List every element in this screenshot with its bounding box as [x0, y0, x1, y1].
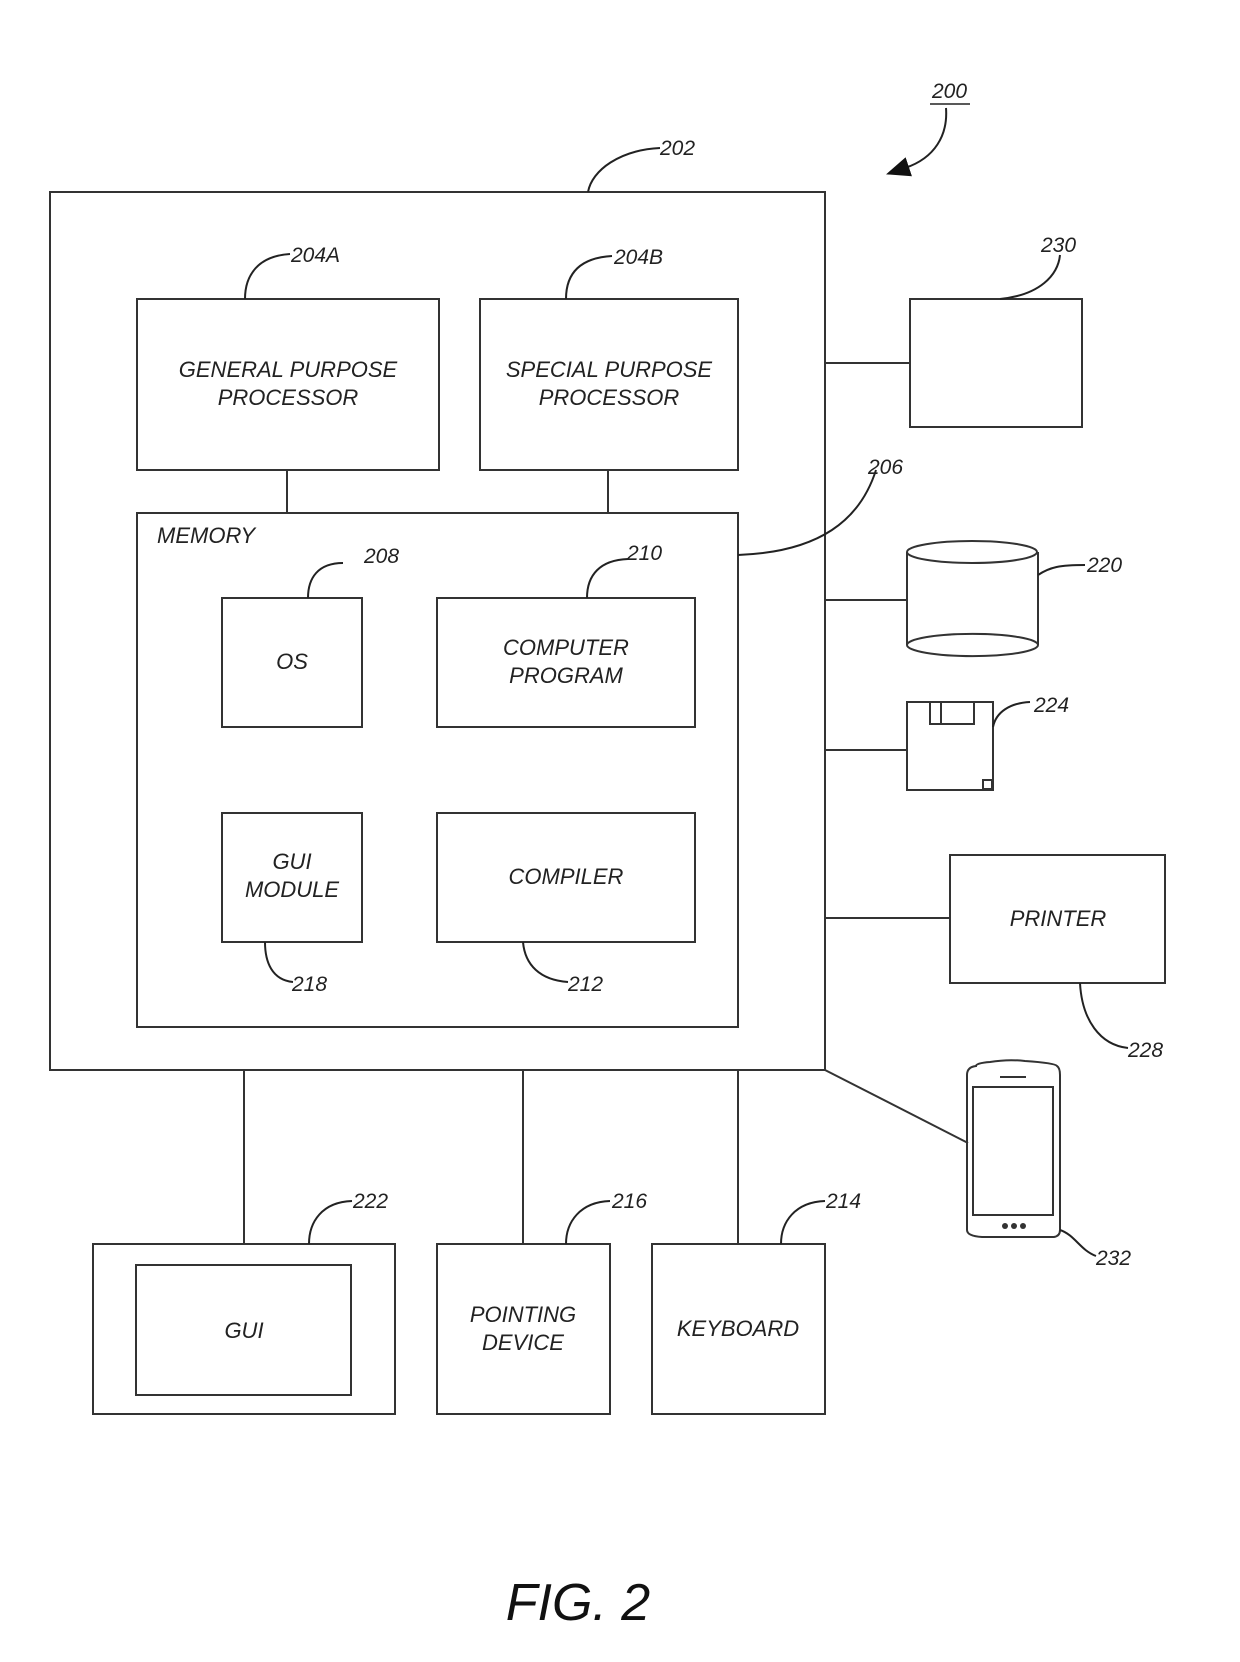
- ref-200-arrow: [886, 107, 948, 177]
- keyboard-label: KEYBOARD: [677, 1316, 799, 1341]
- gui-label: GUI: [224, 1318, 263, 1343]
- system-reference: 200: [886, 80, 970, 177]
- ref-208: 208: [363, 545, 399, 568]
- pointing-device-216: POINTING DEVICE 216: [436, 1070, 647, 1415]
- computer-program-210: COMPUTER PROGRAM 210: [436, 542, 696, 728]
- gui-module-label-2: MODULE: [245, 877, 339, 902]
- ref-214-leader: [780, 1200, 826, 1245]
- gui-module-label-1: GUI: [272, 849, 311, 874]
- general-purpose-processor: GENERAL PURPOSE PROCESSOR 204A: [136, 244, 440, 471]
- floppy-224: 224: [825, 694, 1069, 791]
- pointing-label-2: DEVICE: [482, 1330, 564, 1355]
- ref-218: 218: [291, 973, 327, 996]
- spp-label-1: SPECIAL PURPOSE: [506, 357, 713, 382]
- program-label-1: COMPUTER: [503, 635, 629, 660]
- ref-202-leader: [587, 147, 661, 193]
- ref-228-leader: [1079, 982, 1129, 1049]
- compiler-label: COMPILER: [509, 864, 624, 889]
- ref-232: 232: [1095, 1247, 1131, 1270]
- ref-220: 220: [1086, 554, 1122, 577]
- memory-box: [136, 512, 739, 1028]
- os-208: OS 208: [221, 545, 399, 728]
- ref-202: 202: [659, 137, 695, 160]
- ref-200: 200: [931, 80, 967, 103]
- ref-212: 212: [567, 973, 603, 996]
- gui-module-218: GUI MODULE 218: [221, 812, 363, 996]
- ref-228: 228: [1127, 1039, 1163, 1062]
- os-label: OS: [276, 649, 308, 674]
- printer-228: PRINTER 228: [825, 854, 1166, 1062]
- ref-204a-leader: [244, 253, 291, 300]
- mobile-connector: [824, 1069, 969, 1144]
- figure-caption: FIG. 2: [506, 1574, 651, 1632]
- ref-214: 214: [825, 1190, 861, 1213]
- ref-206-leader: [737, 469, 877, 556]
- ref-216-leader: [565, 1200, 611, 1245]
- ref-222: 222: [352, 1190, 388, 1213]
- device-230: 230: [825, 234, 1083, 428]
- ref-204b-leader: [565, 255, 613, 300]
- ref-220-leader: [1037, 564, 1086, 576]
- ref-216: 216: [611, 1190, 647, 1213]
- ref-218-leader: [264, 941, 294, 983]
- smartphone-icon: [966, 1059, 1061, 1238]
- ref-232-leader: [1059, 1229, 1097, 1257]
- ref-212-leader: [522, 941, 569, 983]
- keyboard-214: KEYBOARD 214: [651, 1070, 861, 1415]
- floppy-disk-icon: [906, 701, 994, 791]
- printer-label: PRINTER: [1010, 906, 1107, 931]
- pointing-box: [436, 1243, 611, 1415]
- program-label-2: PROGRAM: [509, 663, 623, 688]
- storage-220: 220: [825, 540, 1122, 658]
- ref-230-leader: [999, 254, 1061, 300]
- ref-210: 210: [626, 542, 662, 565]
- gpp-label-1: GENERAL PURPOSE: [179, 357, 398, 382]
- ref-224: 224: [1033, 694, 1069, 717]
- ref-204a: 204A: [290, 244, 340, 267]
- ref-208-leader: [307, 562, 344, 599]
- display-222: GUI 222: [92, 1070, 396, 1415]
- ref-230: 230: [1040, 234, 1076, 257]
- ref-224-leader: [992, 701, 1031, 728]
- gpp-label-2: PROCESSOR: [218, 385, 359, 410]
- ref-206: 206: [867, 456, 903, 479]
- compiler-212: COMPILER 212: [436, 812, 696, 996]
- ref-204b: 204B: [613, 246, 663, 269]
- mobile-232: 232: [824, 1059, 1131, 1270]
- system-diagram: 200 202 GENERAL PURPOSE PROCESSOR 204A S…: [49, 80, 1166, 1632]
- memory-label: MEMORY: [157, 523, 257, 548]
- device-230-box: [909, 298, 1083, 428]
- ref-222-leader: [308, 1200, 353, 1245]
- ref-210-leader: [586, 558, 629, 599]
- database-cylinder-icon: [906, 540, 1040, 658]
- special-purpose-processor: SPECIAL PURPOSE PROCESSOR 204B: [479, 246, 739, 471]
- spp-label-2: PROCESSOR: [539, 385, 680, 410]
- pointing-label-1: POINTING: [470, 1302, 576, 1327]
